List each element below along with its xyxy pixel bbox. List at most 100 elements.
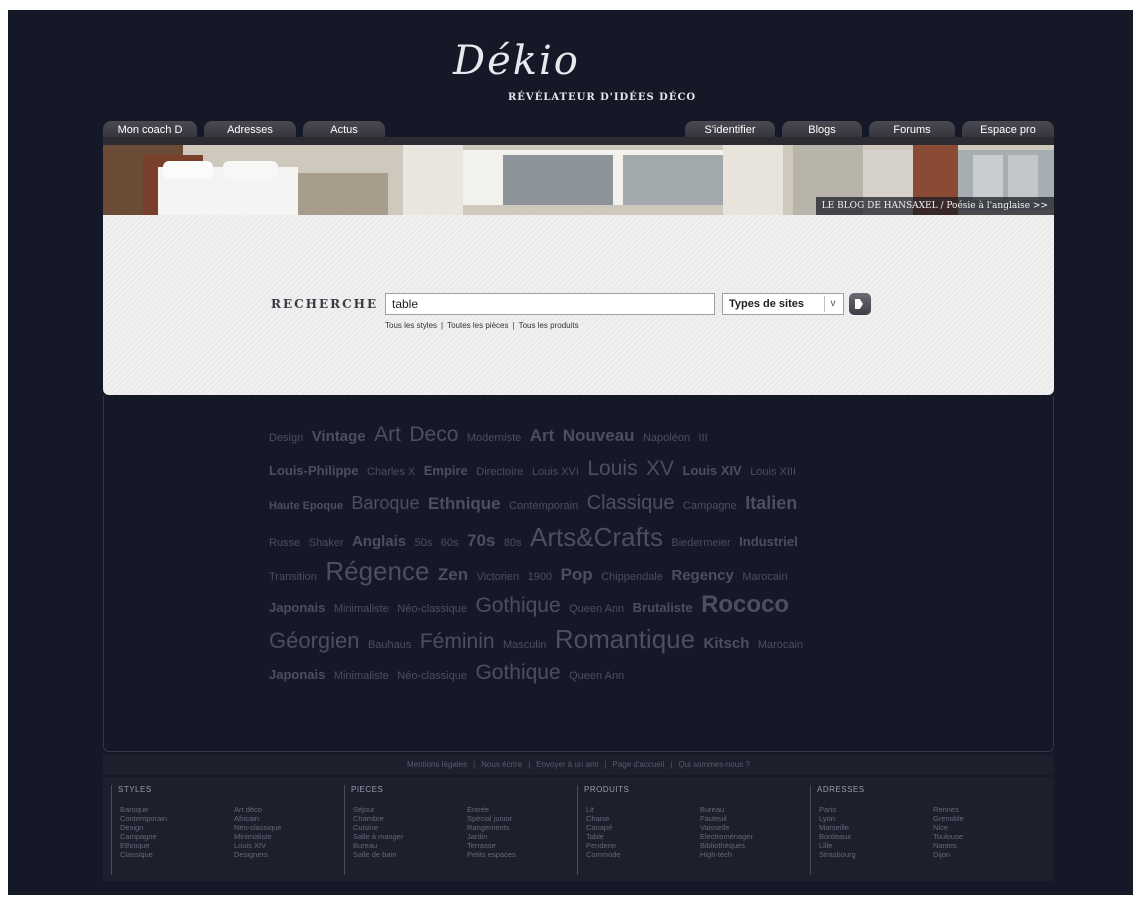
tag-link[interactable]: Biedermeier — [671, 537, 730, 549]
footer-link-mentions[interactable]: Mentions légales — [407, 760, 467, 769]
tag-link[interactable]: Marocain — [758, 639, 803, 651]
directory-link[interactable]: Chaise — [586, 814, 621, 823]
tag-link[interactable]: III — [699, 432, 708, 444]
directory-link[interactable]: Fauteuil — [700, 814, 753, 823]
directory-link[interactable]: Bureau — [700, 805, 753, 814]
tag-link[interactable]: Art — [530, 426, 555, 445]
tag-link[interactable]: Zen — [438, 565, 468, 584]
tag-link[interactable]: Japonais — [269, 600, 325, 615]
tag-link[interactable]: Haute Epoque — [269, 500, 343, 512]
directory-link[interactable]: Petits espaces — [467, 850, 516, 859]
blog-caption-link[interactable]: LE BLOG DE HANSAXEL / Poésie à l'anglais… — [815, 197, 1054, 215]
directory-link[interactable]: Lit — [586, 805, 621, 814]
tag-link[interactable]: 1900 — [528, 571, 552, 583]
directory-link[interactable]: Bureau — [353, 841, 403, 850]
directory-link[interactable]: Jardin — [467, 832, 516, 841]
directory-link[interactable]: Baroque — [120, 805, 167, 814]
directory-link[interactable]: Bibliothèques — [700, 841, 753, 850]
footer-link-share[interactable]: Envoyer à un ami — [536, 760, 598, 769]
directory-link[interactable]: High-tech — [700, 850, 753, 859]
directory-link[interactable]: Nice — [933, 823, 964, 832]
directory-link[interactable]: Nantes — [933, 841, 964, 850]
tag-link[interactable]: Vintage — [312, 428, 366, 445]
directory-link[interactable]: Vaisselle — [700, 823, 753, 832]
tag-link[interactable]: Rococo — [701, 591, 789, 618]
tag-link[interactable]: Gothique — [475, 661, 560, 684]
directory-link[interactable]: Ethnique — [120, 841, 167, 850]
directory-link[interactable]: Spécial junior — [467, 814, 516, 823]
directory-link[interactable]: Art déco — [234, 805, 282, 814]
tag-link[interactable]: Marocain — [742, 571, 787, 583]
tag-link[interactable]: Moderniste — [467, 432, 521, 444]
tag-link[interactable]: Nouveau — [563, 426, 635, 445]
tag-link[interactable]: Louis XVI — [532, 466, 579, 478]
directory-link[interactable]: Design — [120, 823, 167, 832]
tag-link[interactable]: Queen Ann — [569, 603, 624, 615]
tag-link[interactable]: 70s — [467, 531, 495, 550]
directory-link[interactable]: Canapé — [586, 823, 621, 832]
directory-link[interactable]: Campagne — [120, 832, 167, 841]
tag-link[interactable]: Romantique — [555, 624, 695, 654]
directory-link[interactable]: Néo-classique — [234, 823, 282, 832]
filter-all-products[interactable]: Tous les produits — [519, 321, 579, 330]
tag-link[interactable]: Baroque — [351, 493, 419, 513]
directory-link[interactable]: Dijon — [933, 850, 964, 859]
tag-link[interactable]: Régence — [325, 556, 429, 586]
tag-link[interactable]: Charles X — [367, 466, 415, 478]
tag-link[interactable]: Géorgien — [269, 628, 360, 653]
tag-link[interactable]: Brutaliste — [633, 600, 693, 615]
tag-link[interactable]: Néo-classique — [397, 670, 467, 682]
directory-link[interactable]: Louis XIV — [234, 841, 282, 850]
tag-link[interactable]: Minimaliste — [334, 603, 389, 615]
tag-link[interactable]: Kitsch — [704, 635, 750, 652]
directory-link[interactable]: Commode — [586, 850, 621, 859]
tag-link[interactable]: Queen Ann — [569, 670, 624, 682]
tag-link[interactable]: Pop — [561, 565, 593, 584]
directory-link[interactable]: Table — [586, 832, 621, 841]
directory-link[interactable]: Strasbourg — [819, 850, 856, 859]
footer-link-home[interactable]: Page d'accueil — [612, 760, 664, 769]
tag-link[interactable]: Classique — [587, 492, 675, 514]
tag-link[interactable]: Anglais — [352, 533, 406, 550]
tag-link[interactable]: Louis XIV — [683, 463, 742, 478]
tag-link[interactable]: Louis-Philippe — [269, 463, 359, 478]
tag-link[interactable]: Italien — [745, 493, 797, 513]
tag-link[interactable]: 50s — [415, 537, 433, 549]
tag-link[interactable]: Minimaliste — [334, 670, 389, 682]
tag-link[interactable]: Transition — [269, 571, 317, 583]
directory-link[interactable]: Grenoble — [933, 814, 964, 823]
tag-link[interactable]: Néo-classique — [397, 603, 467, 615]
tag-link[interactable]: Masculin — [503, 639, 546, 651]
directory-link[interactable]: Classique — [120, 850, 167, 859]
directory-link[interactable]: Lille — [819, 841, 856, 850]
filter-all-styles[interactable]: Tous les styles — [385, 321, 437, 330]
tag-link[interactable]: Chippendale — [601, 571, 663, 583]
directory-link[interactable]: Salle de bain — [353, 850, 403, 859]
tag-link[interactable]: Contemporain — [509, 500, 578, 512]
directory-link[interactable]: Séjour — [353, 805, 403, 814]
tag-link[interactable]: Gothique — [475, 594, 560, 617]
tag-link[interactable]: Ethnique — [428, 494, 501, 513]
directory-link[interactable]: Bordeaux — [819, 832, 856, 841]
directory-link[interactable]: Penderie — [586, 841, 621, 850]
directory-link[interactable]: Designers — [234, 850, 282, 859]
footer-link-about[interactable]: Qui sommes-nous ? — [678, 760, 750, 769]
filter-all-rooms[interactable]: Toutes les pièces — [447, 321, 508, 330]
directory-link[interactable]: Cuisine — [353, 823, 403, 832]
directory-link[interactable]: Marseille — [819, 823, 856, 832]
directory-link[interactable]: Chambre — [353, 814, 403, 823]
directory-link[interactable]: Toulouse — [933, 832, 964, 841]
tag-link[interactable]: Empire — [424, 463, 468, 478]
search-input[interactable] — [385, 293, 715, 315]
tag-link[interactable]: Victorien — [477, 571, 520, 583]
tag-link[interactable]: Directoire — [476, 466, 523, 478]
tag-link[interactable]: 60s — [441, 537, 459, 549]
directory-link[interactable]: Rangements — [467, 823, 516, 832]
directory-link[interactable]: Entrée — [467, 805, 516, 814]
directory-link[interactable]: Terrasse — [467, 841, 516, 850]
tag-link[interactable]: Design — [269, 432, 303, 444]
directory-link[interactable]: Contemporain — [120, 814, 167, 823]
search-submit-button[interactable] — [849, 293, 871, 315]
tag-link[interactable]: Regency — [671, 567, 734, 584]
tag-link[interactable]: Industriel — [739, 534, 798, 549]
